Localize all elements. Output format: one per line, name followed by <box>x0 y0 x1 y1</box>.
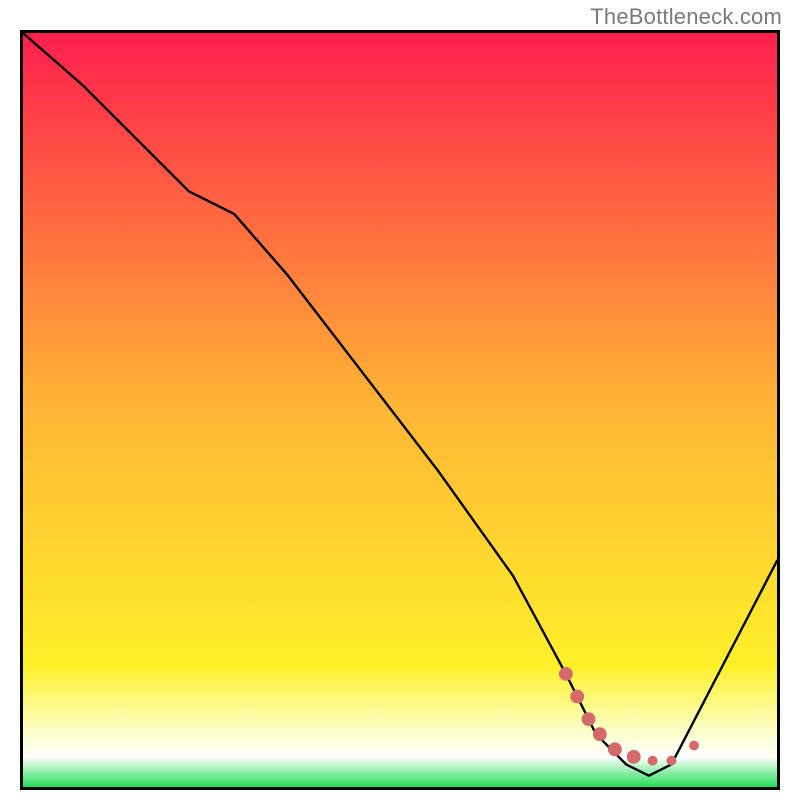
data-marker <box>608 742 622 756</box>
chart-svg <box>23 33 777 787</box>
data-marker <box>559 667 573 681</box>
data-marker <box>627 750 641 764</box>
data-marker <box>582 712 596 726</box>
data-marker <box>648 756 658 766</box>
data-marker <box>570 690 584 704</box>
gradient-background <box>23 33 777 787</box>
attribution-label: TheBottleneck.com <box>590 4 782 30</box>
data-marker <box>689 741 699 751</box>
data-marker <box>666 756 676 766</box>
chart-area <box>20 30 780 790</box>
data-marker <box>593 727 607 741</box>
